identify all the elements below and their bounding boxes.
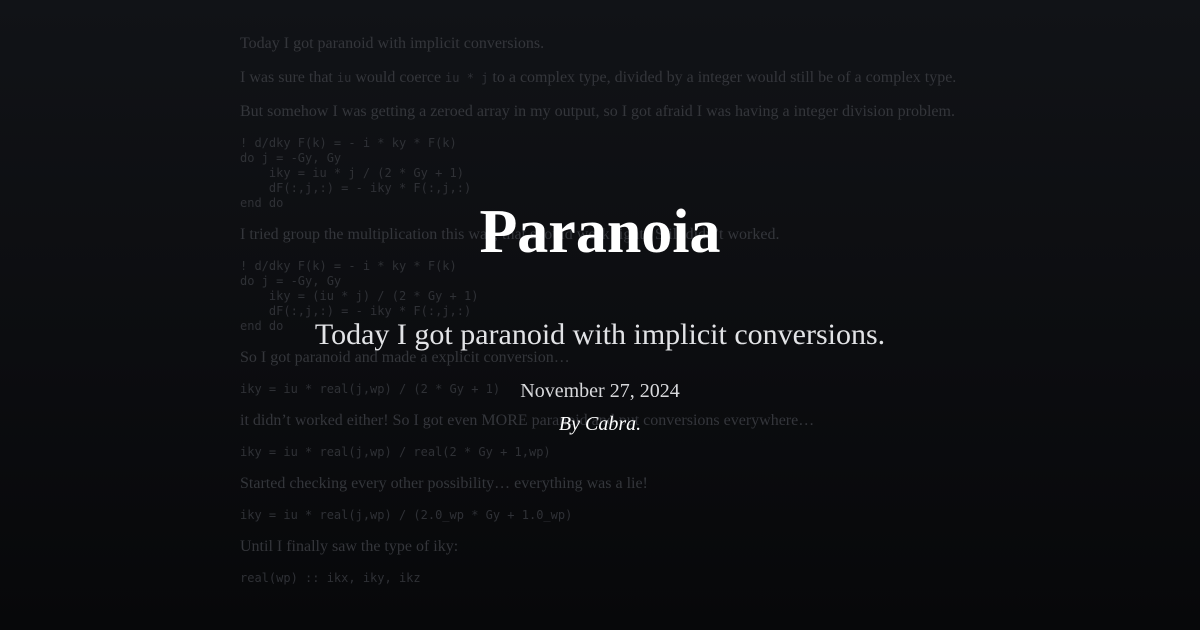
post-title: Paranoia bbox=[479, 198, 721, 266]
post-date: November 27, 2024 bbox=[520, 380, 680, 402]
title-card: Paranoia Today I got paranoid with impli… bbox=[0, 0, 1200, 630]
post-subtitle: Today I got paranoid with implicit conve… bbox=[314, 318, 886, 351]
post-byline: By Cabra. bbox=[558, 413, 642, 435]
